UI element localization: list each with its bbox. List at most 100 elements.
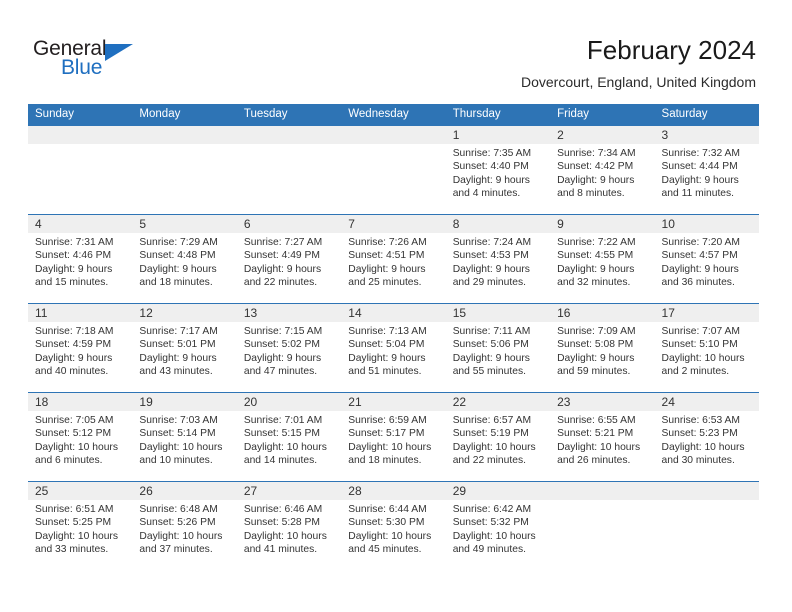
day-number: 14 <box>348 306 362 320</box>
sunrise-text: Sunrise: 7:15 AM <box>243 326 323 337</box>
day-number: 10 <box>661 217 675 231</box>
daylight-text-line2: and 45 minutes. <box>348 544 422 556</box>
day-cell[interactable]: 17 Sunrise: 7:07 AM Sunset: 5:10 PM Dayl… <box>654 304 759 392</box>
day-cell[interactable]: 6 Sunrise: 7:27 AM Sunset: 4:49 PM Dayli… <box>236 215 342 303</box>
daylight-text-line1: Daylight: 10 hours <box>557 441 641 453</box>
daylight-text-line2: and 18 minutes. <box>139 277 213 289</box>
day-cell[interactable]: 14 Sunrise: 7:13 AM Sunset: 5:04 PM Dayl… <box>341 304 446 392</box>
day-cell[interactable]: 16 Sunrise: 7:09 AM Sunset: 5:08 PM Dayl… <box>550 304 655 392</box>
day-cell[interactable]: 12 Sunrise: 7:17 AM Sunset: 5:01 PM Dayl… <box>132 304 237 392</box>
sunset-text: Sunset: 5:08 PM <box>557 339 634 351</box>
day-cell[interactable] <box>236 126 342 214</box>
day-cell[interactable]: 3 Sunrise: 7:32 AM Sunset: 4:44 PM Dayli… <box>654 126 759 214</box>
calendar-page: General Blue February 2024 Dovercourt, E… <box>0 0 792 612</box>
day-cell[interactable]: 24 Sunrise: 6:53 AM Sunset: 5:23 PM Dayl… <box>654 393 759 481</box>
daylight-text-line2: and 8 minutes. <box>557 188 625 200</box>
day-number: 24 <box>661 395 675 409</box>
day-cell[interactable]: 25 Sunrise: 6:51 AM Sunset: 5:25 PM Dayl… <box>28 482 133 570</box>
week-row: 18 Sunrise: 7:05 AM Sunset: 5:12 PM Dayl… <box>28 392 759 481</box>
day-cell[interactable]: 29 Sunrise: 6:42 AM Sunset: 5:32 PM Dayl… <box>445 482 551 570</box>
sunset-text: Sunset: 4:46 PM <box>35 250 112 262</box>
page-title: February 2024 <box>586 35 756 65</box>
day-cell[interactable]: 27 Sunrise: 6:46 AM Sunset: 5:28 PM Dayl… <box>236 482 342 570</box>
general-blue-logo[interactable]: General Blue <box>33 38 163 86</box>
day-cell[interactable]: 5 Sunrise: 7:29 AM Sunset: 4:48 PM Dayli… <box>132 215 237 303</box>
daylight-text-line1: Daylight: 9 hours <box>452 352 530 364</box>
sunrise-text: Sunrise: 6:59 AM <box>348 415 427 426</box>
daylight-text-line2: and 22 minutes. <box>243 277 318 289</box>
day-number: 4 <box>35 217 42 231</box>
sunset-text: Sunset: 5:12 PM <box>35 428 112 440</box>
day-cell[interactable]: 19 Sunrise: 7:03 AM Sunset: 5:14 PM Dayl… <box>132 393 237 481</box>
sunset-text: Sunset: 5:17 PM <box>348 428 425 440</box>
triangle-icon <box>105 44 133 61</box>
sunrise-text: Sunrise: 6:55 AM <box>557 415 636 426</box>
day-number: 11 <box>35 306 48 320</box>
logo-text-blue: Blue <box>61 56 103 79</box>
sunset-text: Sunset: 4:57 PM <box>661 250 738 262</box>
daylight-text-line1: Daylight: 9 hours <box>243 352 322 364</box>
day-number: 15 <box>452 306 467 320</box>
daylight-text-line2: and 49 minutes. <box>452 544 526 556</box>
sunset-text: Sunset: 5:28 PM <box>243 517 320 529</box>
sunrise-text: Sunrise: 7:29 AM <box>139 237 218 248</box>
daylight-text-line2: and 51 minutes. <box>348 366 422 378</box>
daylight-text-line1: Daylight: 9 hours <box>452 174 530 186</box>
daylight-text-line1: Daylight: 9 hours <box>557 263 635 275</box>
day-cell[interactable]: 26 Sunrise: 6:48 AM Sunset: 5:26 PM Dayl… <box>132 482 237 570</box>
day-cell[interactable]: 28 Sunrise: 6:44 AM Sunset: 5:30 PM Dayl… <box>341 482 446 570</box>
daylight-text-line2: and 43 minutes. <box>139 366 213 378</box>
day-cell[interactable]: 7 Sunrise: 7:26 AM Sunset: 4:51 PM Dayli… <box>341 215 446 303</box>
day-cell[interactable]: 8 Sunrise: 7:24 AM Sunset: 4:53 PM Dayli… <box>445 215 551 303</box>
day-cell[interactable]: 2 Sunrise: 7:34 AM Sunset: 4:42 PM Dayli… <box>550 126 655 214</box>
day-cell[interactable]: 15 Sunrise: 7:11 AM Sunset: 5:06 PM Dayl… <box>445 304 551 392</box>
day-number: 12 <box>139 306 153 320</box>
daylight-text-line2: and 30 minutes. <box>661 455 735 467</box>
day-cell[interactable]: 21 Sunrise: 6:59 AM Sunset: 5:17 PM Dayl… <box>341 393 446 481</box>
sunset-text: Sunset: 5:32 PM <box>452 517 529 529</box>
daylight-text-line1: Daylight: 10 hours <box>139 530 223 542</box>
sunset-text: Sunset: 4:53 PM <box>452 250 529 262</box>
day-cell[interactable]: 18 Sunrise: 7:05 AM Sunset: 5:12 PM Dayl… <box>28 393 133 481</box>
day-cell[interactable]: 20 Sunrise: 7:01 AM Sunset: 5:15 PM Dayl… <box>236 393 342 481</box>
day-cell[interactable]: 10 Sunrise: 7:20 AM Sunset: 4:57 PM Dayl… <box>654 215 759 303</box>
day-cell[interactable]: 4 Sunrise: 7:31 AM Sunset: 4:46 PM Dayli… <box>28 215 133 303</box>
daylight-text-line1: Daylight: 10 hours <box>348 441 432 453</box>
day-number: 27 <box>243 484 258 498</box>
sunrise-text: Sunrise: 6:51 AM <box>35 504 114 515</box>
day-number: 23 <box>557 395 571 409</box>
title-block: February 2024 Dovercourt, England, Unite… <box>521 34 756 92</box>
day-cell[interactable]: 11 Sunrise: 7:18 AM Sunset: 4:59 PM Dayl… <box>28 304 133 392</box>
sunrise-text: Sunrise: 7:17 AM <box>139 326 218 337</box>
daylight-text-line2: and 18 minutes. <box>348 455 422 467</box>
day-cell[interactable] <box>28 126 133 214</box>
sunset-text: Sunset: 4:49 PM <box>243 250 320 262</box>
daylight-text-line1: Daylight: 10 hours <box>139 441 223 453</box>
sunrise-text: Sunrise: 6:57 AM <box>452 415 532 426</box>
day-cell[interactable] <box>654 482 759 570</box>
daylight-text-line1: Daylight: 9 hours <box>243 263 322 275</box>
daylight-text-line2: and 22 minutes. <box>452 455 526 467</box>
day-cell[interactable]: 23 Sunrise: 6:55 AM Sunset: 5:21 PM Dayl… <box>550 393 655 481</box>
day-cell[interactable] <box>550 482 655 570</box>
sunrise-text: Sunrise: 7:13 AM <box>348 326 427 337</box>
daylight-text-line1: Daylight: 10 hours <box>243 441 327 453</box>
day-cell[interactable]: 22 Sunrise: 6:57 AM Sunset: 5:19 PM Dayl… <box>445 393 551 481</box>
sunrise-text: Sunrise: 7:34 AM <box>557 148 636 159</box>
weekday-header-monday: Monday <box>139 108 181 120</box>
daylight-text-line1: Daylight: 9 hours <box>139 352 217 364</box>
day-number: 25 <box>35 484 49 498</box>
day-cell[interactable] <box>341 126 446 214</box>
sunset-text: Sunset: 5:01 PM <box>139 339 216 351</box>
day-cell[interactable]: 1 Sunrise: 7:35 AM Sunset: 4:40 PM Dayli… <box>445 126 551 214</box>
daylight-text-line2: and 11 minutes. <box>661 188 735 200</box>
daylight-text-line1: Daylight: 9 hours <box>35 263 113 275</box>
sunset-text: Sunset: 5:26 PM <box>139 517 216 529</box>
daylight-text-line2: and 4 minutes. <box>452 188 521 200</box>
day-cell[interactable]: 9 Sunrise: 7:22 AM Sunset: 4:55 PM Dayli… <box>550 215 655 303</box>
sunrise-text: Sunrise: 7:35 AM <box>452 148 532 159</box>
daylight-text-line1: Daylight: 9 hours <box>661 174 739 186</box>
daylight-text-line1: Daylight: 10 hours <box>661 352 745 364</box>
day-cell[interactable] <box>132 126 237 214</box>
day-cell[interactable]: 13 Sunrise: 7:15 AM Sunset: 5:02 PM Dayl… <box>236 304 342 392</box>
